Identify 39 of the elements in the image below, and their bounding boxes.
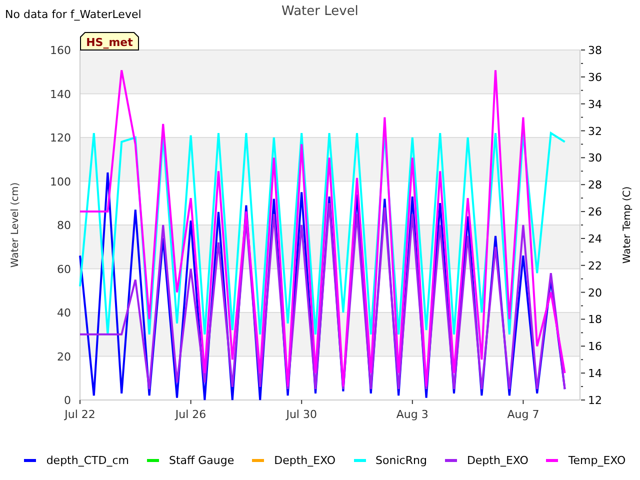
no-data-message: No data for f_WaterLevel bbox=[5, 8, 142, 21]
y2-tick-label: 32 bbox=[588, 124, 602, 138]
y2-tick-label: 36 bbox=[588, 70, 602, 84]
station-badge: HS_met bbox=[80, 32, 139, 50]
y2-tick-label: 24 bbox=[588, 232, 602, 246]
x-tick-label: Jul 26 bbox=[175, 408, 206, 421]
y2-tick-label: 12 bbox=[588, 394, 602, 407]
y2-tick-label: 26 bbox=[588, 206, 602, 219]
x-tick-label: Jul 22 bbox=[64, 408, 96, 421]
legend-label: SonicRng bbox=[376, 454, 427, 466]
y2-tick-label: 22 bbox=[588, 259, 602, 272]
y-tick-label: 0 bbox=[64, 394, 71, 407]
y-tick-label: 40 bbox=[57, 306, 71, 320]
x-tick-label: Aug 3 bbox=[396, 408, 428, 421]
y-tick-label: 60 bbox=[57, 262, 71, 276]
y-axis-label: Water Level (cm) bbox=[10, 182, 21, 268]
y2-tick-label: 18 bbox=[588, 313, 602, 326]
legend-label: Temp_EXO bbox=[568, 454, 626, 466]
legend-label: Staff Gauge bbox=[168, 454, 234, 466]
y-tick-label: 20 bbox=[57, 350, 71, 364]
y2-tick-label: 28 bbox=[588, 178, 602, 192]
y2-tick-label: 14 bbox=[588, 367, 602, 380]
y2-tick-label: 16 bbox=[588, 340, 602, 354]
chart-title: Water Level bbox=[282, 4, 358, 19]
y2-tick-label: 30 bbox=[588, 152, 602, 165]
legend-label: Depth_EXO bbox=[466, 454, 528, 466]
legend-label: depth_CTD_cm bbox=[46, 454, 129, 466]
y-tick-label: 160 bbox=[50, 44, 71, 57]
y2-tick-label: 34 bbox=[588, 98, 602, 111]
y-tick-label: 140 bbox=[50, 88, 71, 101]
y-tick-label: 80 bbox=[57, 219, 71, 232]
y2-axis-label: Water Temp (C) bbox=[622, 186, 633, 264]
x-tick-label: Aug 7 bbox=[507, 408, 540, 421]
legend-label: Depth_EXO bbox=[274, 454, 336, 466]
y-tick-label: 120 bbox=[50, 132, 71, 144]
y2-tick-label: 38 bbox=[588, 44, 602, 57]
x-tick-label: Jul 30 bbox=[286, 408, 317, 421]
y-tick-label: 100 bbox=[50, 175, 71, 188]
y2-tick-label: 20 bbox=[588, 286, 602, 300]
